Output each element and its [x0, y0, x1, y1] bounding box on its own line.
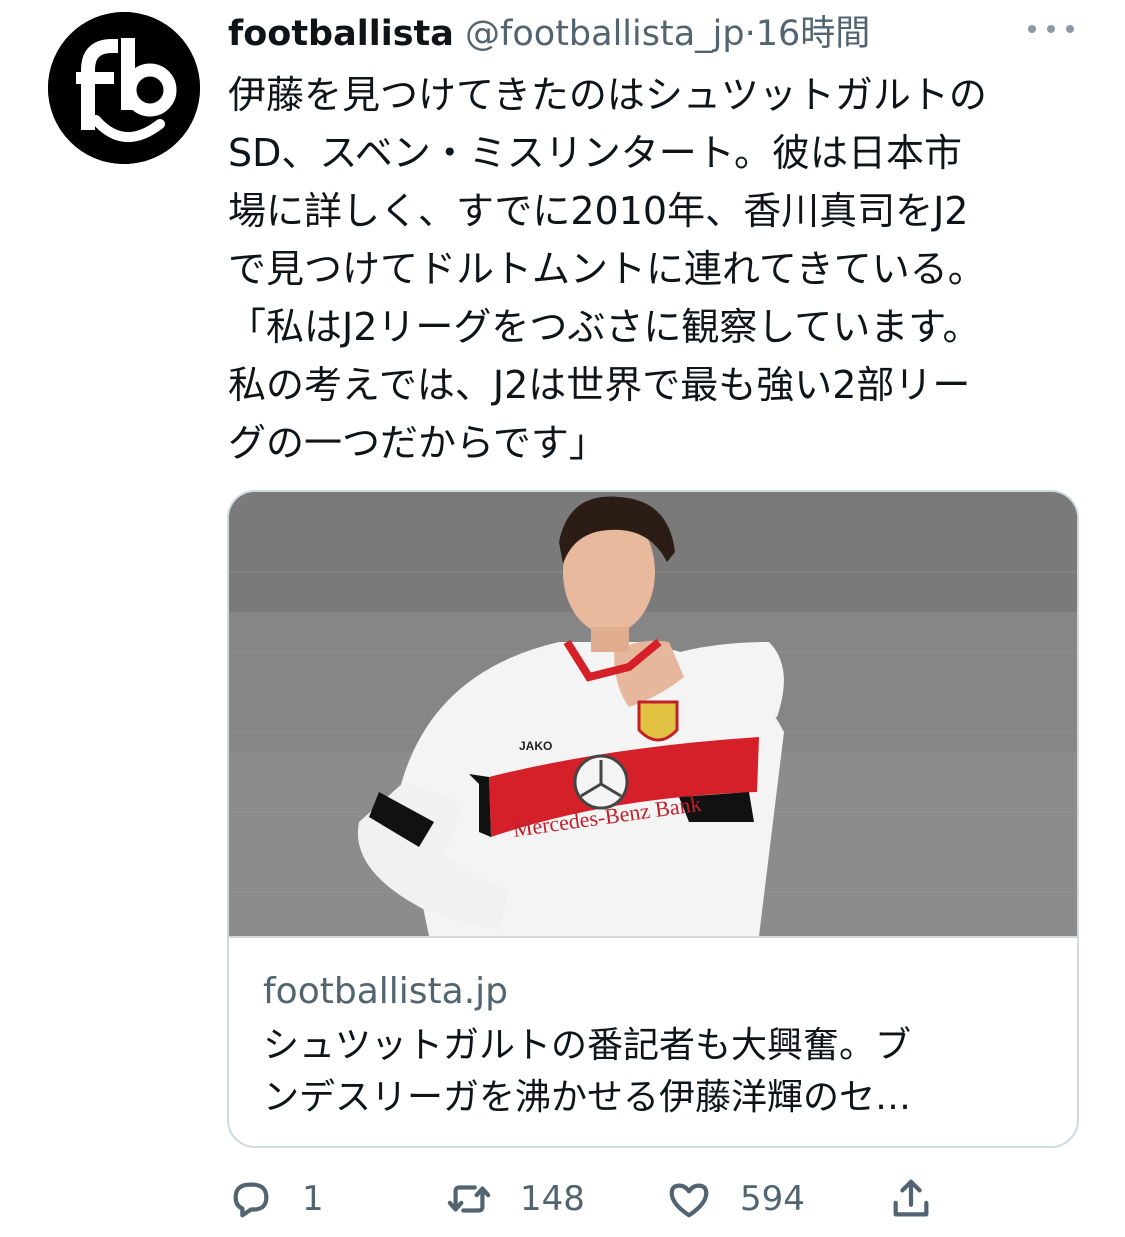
reply-count: 1 [302, 1179, 324, 1219]
separator-dot: · [744, 14, 756, 54]
reply-icon [233, 1182, 269, 1218]
link-card[interactable]: Mercedes-Benz Bank JAKO footballista.jp … [227, 490, 1079, 1148]
retweet-count: 148 [520, 1179, 585, 1219]
share-button[interactable] [888, 1166, 934, 1232]
card-title: シュツットガルトの番記者も大興奮。ブ ンデスリーガを沸かせる伊藤洋輝のセ… [263, 1020, 1063, 1124]
tweet-text-line: で見つけてドルトムントに連れてきている。 [228, 247, 986, 291]
share-icon [893, 1179, 929, 1217]
tweet-text-line: 私の考えでは、J2は世界で最も強い2部リー [228, 363, 971, 407]
card-meta[interactable]: footballista.jp シュツットガルトの番記者も大興奮。ブ ンデスリー… [229, 936, 1077, 1146]
retweet-button[interactable]: 148 [446, 1166, 585, 1232]
tweet-text-line: 場に詳しく、すでに2010年、香川真司をJ2 [228, 189, 969, 233]
card-domain: footballista.jp [263, 971, 508, 1012]
author-name[interactable]: footballista [228, 14, 454, 54]
tweet-header: footballista @footballista_jp·16時間 [228, 8, 1108, 60]
retweet-icon [447, 1185, 491, 1213]
like-count: 594 [740, 1179, 805, 1219]
reply-button[interactable]: 1 [228, 1166, 324, 1232]
tweet-text: 伊藤を見つけてきたのはシュツットガルトの SD、スベン・ミスリンタート。彼は日本… [228, 66, 1088, 472]
card-title-line: シュツットガルトの番記者も大興奮。ブ [263, 1025, 912, 1066]
author-handle[interactable]: @footballista_jp [465, 14, 745, 54]
tweet-timestamp[interactable]: 16時間 [756, 14, 871, 54]
card-image[interactable]: Mercedes-Benz Bank JAKO [229, 492, 1077, 936]
tweet-text-line: 伊藤を見つけてきたのはシュツットガルトの [228, 73, 987, 117]
footballista-logo [48, 12, 200, 164]
tweet-actions: 1 148 594 [228, 1166, 1088, 1232]
heart-icon [669, 1183, 709, 1218]
tweet-text-line: グの一つだからです」 [228, 421, 607, 465]
kit-brand-text: JAKO [519, 739, 552, 753]
tweet-text-line: SD、スベン・ミスリンタート。彼は日本市 [228, 131, 962, 175]
player-photo: Mercedes-Benz Bank JAKO [229, 492, 1077, 936]
card-title-line: ンデスリーガを沸かせる伊藤洋輝のセ… [263, 1077, 912, 1118]
avatar[interactable] [48, 12, 200, 164]
more-options-icon[interactable] [1028, 14, 1074, 44]
tweet-text-line: 「私はJ2リーグをつぶさに観察しています。 [228, 305, 981, 349]
like-button[interactable]: 594 [666, 1166, 805, 1232]
